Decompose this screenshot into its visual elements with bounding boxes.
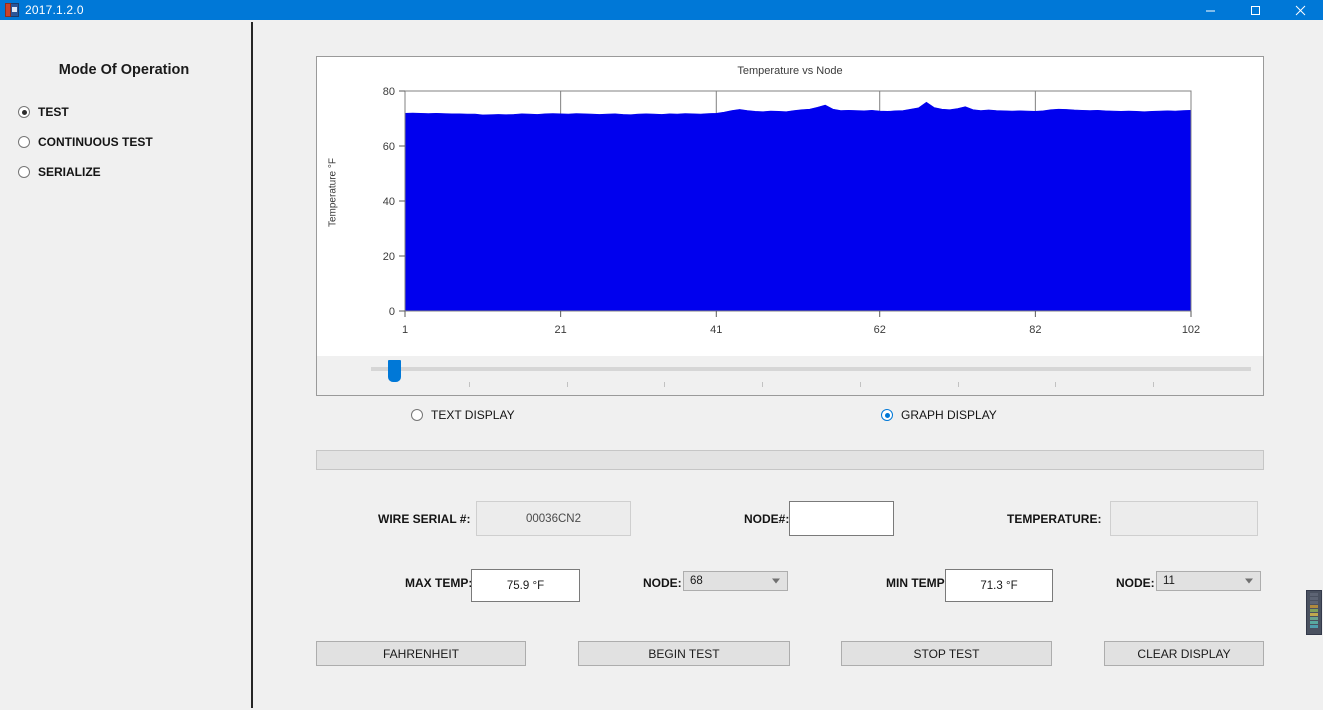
radio-icon[interactable] <box>18 106 30 118</box>
max-temp-node-label: NODE: <box>643 576 682 590</box>
window-title: 2017.1.2.0 <box>25 3 84 17</box>
edge-segment <box>1310 593 1318 596</box>
mode-option-serialize-label: SERIALIZE <box>38 165 101 179</box>
maximize-icon[interactable] <box>1233 0 1278 20</box>
radio-icon[interactable] <box>18 136 30 148</box>
svg-text:82: 82 <box>1029 324 1041 336</box>
radio-icon[interactable] <box>411 409 423 421</box>
begin-test-button[interactable]: BEGIN TEST <box>578 641 790 666</box>
mode-option-test[interactable]: TEST <box>18 105 69 119</box>
app-icon <box>5 3 19 17</box>
chart-scroll-slider[interactable] <box>316 356 1264 396</box>
display-mode-text-label: TEXT DISPLAY <box>431 408 515 422</box>
mode-of-operation-heading: Mode Of Operation <box>0 62 248 78</box>
edge-segment <box>1310 605 1318 608</box>
min-temp-node-select[interactable]: 11 <box>1156 571 1261 591</box>
temperature-label: TEMPERATURE: <box>1007 512 1101 526</box>
svg-text:40: 40 <box>383 196 395 208</box>
svg-text:80: 80 <box>383 86 395 98</box>
slider-tick <box>1153 382 1154 387</box>
svg-text:20: 20 <box>383 251 395 263</box>
minimize-icon[interactable] <box>1188 0 1233 20</box>
slider-tick <box>664 382 665 387</box>
max-temp-input[interactable]: 75.9 °F <box>471 569 580 602</box>
svg-text:21: 21 <box>555 324 567 336</box>
chevron-down-icon[interactable] <box>772 579 780 584</box>
display-mode-graph[interactable]: GRAPH DISPLAY <box>881 408 997 422</box>
svg-text:102: 102 <box>1182 324 1200 336</box>
display-mode-text[interactable]: TEXT DISPLAY <box>411 408 515 422</box>
edge-segment <box>1310 609 1318 612</box>
node-number-input[interactable] <box>789 501 894 536</box>
mode-option-test-label: TEST <box>38 105 69 119</box>
wire-serial-input[interactable]: 00036CN2 <box>476 501 631 536</box>
slider-tick <box>567 382 568 387</box>
mode-sidebar: Mode Of Operation TEST CONTINUOUS TEST S… <box>0 20 252 710</box>
edge-segment <box>1310 621 1318 624</box>
edge-segment <box>1310 625 1318 628</box>
edge-segment <box>1310 597 1318 600</box>
radio-icon[interactable] <box>18 166 30 178</box>
fahrenheit-button[interactable]: FAHRENHEIT <box>316 641 526 666</box>
svg-text:41: 41 <box>710 324 722 336</box>
stop-test-button[interactable]: STOP TEST <box>841 641 1052 666</box>
slider-thumb[interactable] <box>388 360 401 382</box>
slider-tick <box>1055 382 1056 387</box>
test-progress-bar <box>316 450 1264 470</box>
max-temp-node-select[interactable]: 68 <box>683 571 788 591</box>
min-temp-node-value: 11 <box>1163 575 1175 587</box>
mode-option-continuous-test-label: CONTINUOUS TEST <box>38 135 153 149</box>
slider-tick <box>762 382 763 387</box>
mode-option-continuous-test[interactable]: CONTINUOUS TEST <box>18 135 153 149</box>
slider-tick <box>958 382 959 387</box>
window-controls <box>1188 0 1323 20</box>
window-titlebar: 2017.1.2.0 <box>0 0 1323 20</box>
close-icon[interactable] <box>1278 0 1323 20</box>
max-temp-node-value: 68 <box>690 575 703 587</box>
temperature-chart-card: Temperature vs Node Temperature °F 02040… <box>316 56 1264 396</box>
svg-text:60: 60 <box>383 141 395 153</box>
edge-segment <box>1310 613 1318 616</box>
panel-divider <box>251 22 253 708</box>
clear-display-button[interactable]: CLEAR DISPLAY <box>1104 641 1264 666</box>
chart-plot-area: 0 20 40 60 80 1 21 41 62 82 102 <box>317 57 1265 397</box>
svg-text:0: 0 <box>389 306 395 318</box>
temperature-input[interactable] <box>1110 501 1258 536</box>
min-temp-input[interactable]: 71.3 °F <box>945 569 1053 602</box>
min-temp-label: MIN TEMP: <box>886 576 949 590</box>
slider-tick <box>469 382 470 387</box>
mode-option-serialize[interactable]: SERIALIZE <box>18 165 101 179</box>
wire-serial-label: WIRE SERIAL #: <box>378 512 470 526</box>
edge-segment <box>1310 601 1318 604</box>
slider-tick <box>860 382 861 387</box>
svg-text:62: 62 <box>874 324 886 336</box>
node-number-label: NODE#: <box>744 512 789 526</box>
edge-segment <box>1310 617 1318 620</box>
display-mode-graph-label: GRAPH DISPLAY <box>901 408 997 422</box>
svg-text:1: 1 <box>402 324 408 336</box>
slider-track[interactable] <box>371 367 1251 371</box>
chevron-down-icon[interactable] <box>1245 579 1253 584</box>
max-temp-label: MAX TEMP: <box>405 576 472 590</box>
radio-icon[interactable] <box>881 409 893 421</box>
edge-overlay-widget[interactable] <box>1306 590 1322 635</box>
display-mode-group: TEXT DISPLAY GRAPH DISPLAY <box>316 408 1264 428</box>
min-temp-node-label: NODE: <box>1116 576 1155 590</box>
